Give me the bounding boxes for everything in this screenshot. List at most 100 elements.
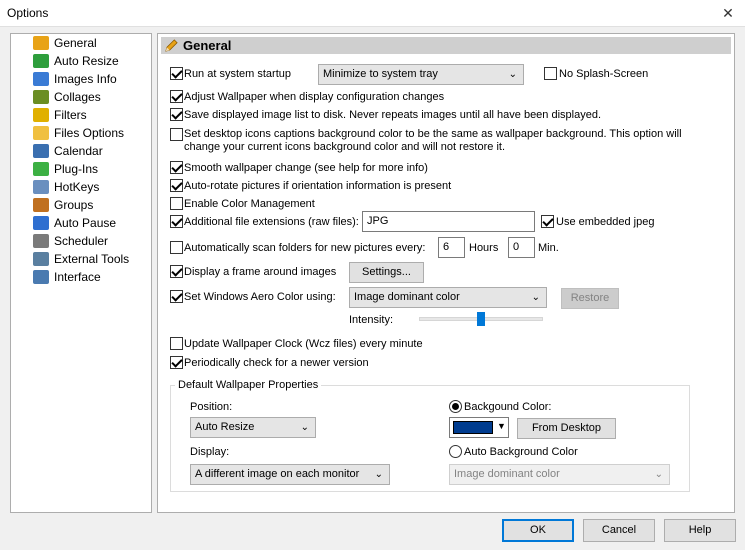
adjust-wallpaper-label: Adjust Wallpaper when display configurat… (184, 91, 445, 103)
minutes-label: Min. (538, 242, 559, 254)
bg-color-radio[interactable] (449, 400, 462, 413)
collage-icon (33, 90, 49, 104)
ok-button[interactable]: OK (502, 519, 574, 542)
color-swatch (453, 421, 493, 434)
sidebar-item-collages[interactable]: Collages (33, 89, 101, 106)
sidebar-item-calendar[interactable]: Calendar (33, 143, 103, 160)
smooth-change-checkbox[interactable] (170, 161, 183, 174)
sidebar-item-files-options[interactable]: Files Options (33, 125, 124, 142)
from-desktop-button[interactable]: From Desktop (517, 418, 616, 439)
cancel-button[interactable]: Cancel (583, 519, 655, 542)
sidebar-item-auto-pause[interactable]: Auto Pause (33, 215, 116, 232)
window-title: Options (7, 6, 49, 20)
auto-scan-label: Automatically scan folders for new pictu… (184, 242, 426, 254)
scan-minutes-input[interactable]: 0 (508, 237, 535, 258)
sidebar-item-label: Interface (54, 270, 101, 284)
update-clock-checkbox[interactable] (170, 337, 183, 350)
sidebar-item-general[interactable]: General (33, 35, 97, 52)
no-splash-checkbox[interactable] (544, 67, 557, 80)
save-displayed-label: Save displayed image list to disk. Never… (184, 109, 602, 121)
filter-icon (33, 108, 49, 122)
puzzle-icon (33, 162, 49, 176)
sidebar-item-label: Auto Pause (54, 216, 117, 230)
color-mgmt-label: Enable Color Management (184, 198, 315, 210)
help-button[interactable]: Help (664, 519, 736, 542)
additional-ext-checkbox[interactable] (170, 215, 183, 228)
bg-color-label: Backgound Color: (464, 401, 552, 413)
display-label: Display: (190, 446, 230, 458)
desktop-icons-checkbox[interactable] (170, 128, 183, 141)
save-displayed-checkbox[interactable] (170, 108, 183, 121)
groups-icon (33, 198, 49, 212)
no-splash-label: No Splash-Screen (559, 68, 649, 80)
sidebar-item-label: Plug-Ins (54, 162, 99, 176)
scan-hours-input[interactable]: 6 (438, 237, 465, 258)
intensity-slider-thumb[interactable] (477, 312, 485, 326)
sidebar-item-groups[interactable]: Groups (33, 197, 93, 214)
sidebar-item-label: Filters (54, 108, 87, 122)
sidebar-item-scheduler[interactable]: Scheduler (33, 233, 108, 250)
sidebar-item-filters[interactable]: Filters (33, 107, 87, 124)
display-value: A different image on each monitor (195, 468, 360, 480)
frame-settings-button[interactable]: Settings... (349, 262, 424, 283)
sidebar-item-images-info[interactable]: Images Info (33, 71, 117, 88)
aero-color-select[interactable]: Image dominant color ⌄ (349, 287, 547, 308)
calendar-icon (33, 144, 49, 158)
position-select[interactable]: Auto Resize ⌄ (190, 417, 316, 438)
keyboard-icon (33, 180, 49, 194)
close-icon[interactable]: ✕ (716, 2, 740, 24)
embedded-jpeg-checkbox[interactable] (541, 215, 554, 228)
display-frame-checkbox[interactable] (170, 265, 183, 278)
check-version-checkbox[interactable] (170, 356, 183, 369)
auto-bg-select[interactable]: Image dominant color ⌄ (449, 464, 670, 485)
startup-mode-value: Minimize to system tray (323, 68, 438, 80)
auto-rotate-checkbox[interactable] (170, 179, 183, 192)
sidebar-item-external-tools[interactable]: External Tools (33, 251, 129, 268)
images-info-icon (33, 72, 49, 86)
sidebar-item-label: Groups (54, 198, 94, 212)
resize-icon (33, 54, 49, 68)
pause-icon (33, 216, 49, 230)
sidebar-item-plug-ins[interactable]: Plug-Ins (33, 161, 98, 178)
display-frame-label: Display a frame around images (184, 266, 337, 278)
aero-color-checkbox[interactable] (170, 290, 183, 303)
sidebar-item-label: Scheduler (54, 234, 109, 248)
sidebar-item-label: General (54, 36, 97, 50)
adjust-wallpaper-checkbox[interactable] (170, 90, 183, 103)
sidebar-item-label: Files Options (54, 126, 125, 140)
run-startup-checkbox[interactable] (170, 67, 183, 80)
triangle-down-icon: ▼ (497, 421, 506, 431)
auto-bg-value: Image dominant color (454, 468, 560, 480)
run-startup-label: Run at system startup (184, 68, 291, 80)
auto-bg-radio[interactable] (449, 445, 462, 458)
smooth-change-label: Smooth wallpaper change (see help for mo… (184, 162, 428, 174)
section-header: General (161, 37, 731, 54)
chevron-down-icon: ⌄ (300, 422, 309, 433)
bg-color-picker[interactable]: ▼ (449, 417, 509, 438)
group-title: Default Wallpaper Properties (175, 379, 322, 391)
page-title: General (183, 38, 232, 53)
auto-rotate-label: Auto-rotate pictures if orientation info… (184, 180, 452, 192)
sidebar-item-hotkeys[interactable]: HotKeys (33, 179, 99, 196)
auto-scan-checkbox[interactable] (170, 241, 183, 254)
desktop-icons-label: Set desktop icons captions background co… (184, 128, 682, 153)
hours-label: Hours (469, 242, 499, 254)
aero-color-value: Image dominant color (354, 291, 460, 303)
restore-button[interactable]: Restore (561, 288, 619, 309)
sidebar-item-label: Images Info (54, 72, 117, 86)
sidebar-item-auto-resize[interactable]: Auto Resize (33, 53, 119, 70)
sidebar-item-label: HotKeys (54, 180, 100, 194)
position-value: Auto Resize (195, 421, 255, 433)
chevron-down-icon: ⌄ (654, 469, 663, 480)
clock-icon (33, 234, 49, 248)
display-select[interactable]: A different image on each monitor ⌄ (190, 464, 390, 485)
update-clock-label: Update Wallpaper Clock (Wcz files) every… (184, 338, 423, 350)
sidebar-item-label: External Tools (54, 252, 130, 266)
check-version-label: Periodically check for a newer version (184, 357, 369, 369)
position-label: Position: (190, 401, 233, 413)
startup-mode-select[interactable]: Minimize to system tray ⌄ (318, 64, 524, 85)
extensions-input[interactable]: JPG (362, 211, 535, 232)
color-mgmt-checkbox[interactable] (170, 197, 183, 210)
embedded-jpeg-label: Use embedded jpeg (556, 216, 655, 228)
sidebar-item-interface[interactable]: Interface (33, 269, 101, 286)
